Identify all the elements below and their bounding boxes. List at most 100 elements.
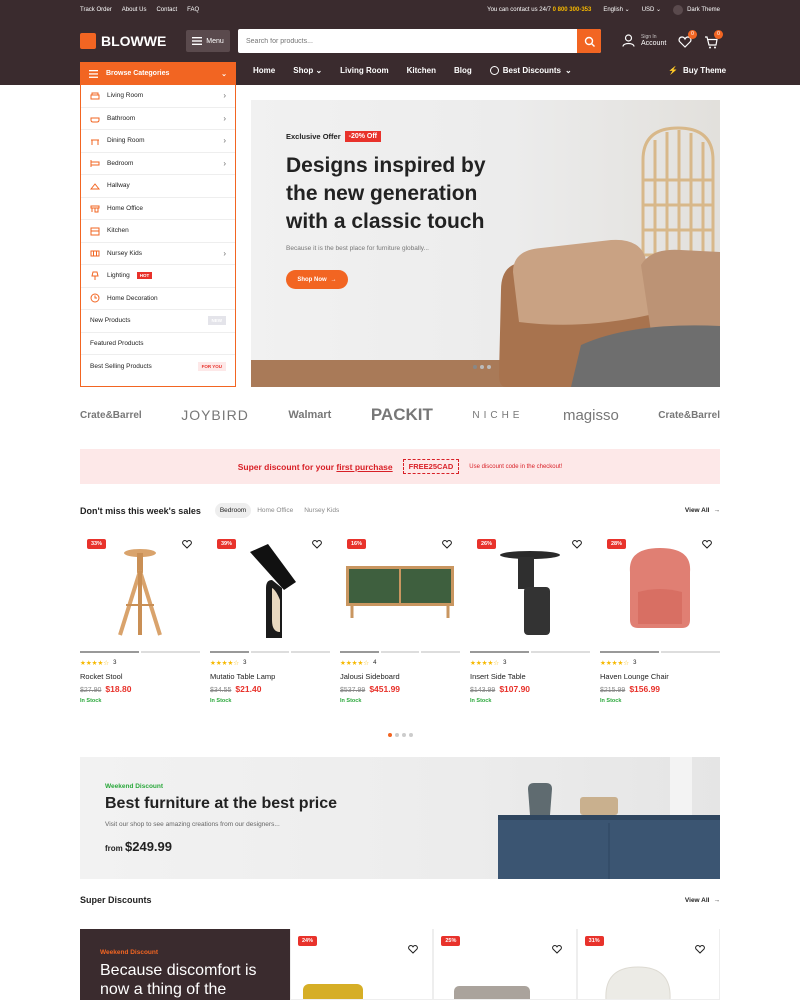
weekend-discount-banner[interactable]: Weekend Discount Best furniture at the b… (80, 757, 720, 879)
category-kitchen[interactable]: Kitchen (81, 220, 235, 243)
category-nursey-kids[interactable]: Nursey Kids › (81, 243, 235, 265)
slider-dot[interactable] (480, 365, 484, 369)
shop-now-button[interactable]: Shop Now → (286, 270, 348, 289)
category-label: Home Decoration (107, 294, 158, 302)
brand-logo[interactable]: PACKIT (371, 405, 433, 425)
faq-link[interactable]: FAQ (187, 7, 199, 13)
best-selling-link[interactable]: Best Selling Products FOR YOU (81, 355, 235, 378)
slider-dot[interactable] (487, 365, 491, 369)
nav-blog[interactable]: Blog (454, 66, 472, 75)
product-card[interactable]: 31% (576, 929, 720, 1000)
product-card[interactable]: 28% ★★★★☆ 3 Haven Lounge Chair $215.99 $15… (600, 535, 720, 704)
carousel-dot[interactable] (402, 733, 406, 737)
chevron-right-icon: › (223, 248, 226, 258)
language-select[interactable]: English ⌄ (603, 6, 629, 13)
product-name[interactable]: Mutatio Table Lamp (210, 672, 330, 681)
about-us-link[interactable]: About Us (122, 7, 147, 13)
brand-logo[interactable]: Crate&Barrel (80, 410, 142, 421)
image-slider-bar (470, 651, 590, 653)
super-discount-banner[interactable]: Weekend Discount Because discomfort is n… (80, 929, 290, 1000)
category-home-office[interactable]: Home Office (81, 198, 235, 220)
brand-logo[interactable]: NICHE (472, 410, 523, 421)
heart-icon[interactable] (442, 539, 452, 549)
brand-logo[interactable]: JOYBIRD (181, 407, 249, 423)
rating: ★★★★☆ 3 (600, 659, 720, 667)
category-bathroom[interactable]: Bathroom › (81, 108, 235, 130)
phone-number[interactable]: 0 800 300-353 (553, 7, 592, 13)
search-input[interactable] (238, 29, 577, 53)
nav-best-discounts[interactable]: Best Discounts ⌄ (489, 66, 572, 75)
review-count: 3 (113, 660, 117, 666)
product-card[interactable]: 16% ★★★★☆ 4 Jalousi Sideboard $537.99 $451… (340, 535, 461, 704)
product-image[interactable] (210, 535, 330, 645)
heart-icon[interactable] (572, 539, 582, 549)
category-lighting[interactable]: Lighting HOT (81, 265, 235, 288)
stock-status: In Stock (210, 698, 232, 704)
product-card[interactable]: 24% (290, 929, 434, 1000)
product-card[interactable]: 26% ★★★★☆ 3 Insert Side Table $143.99 $107… (470, 535, 590, 704)
contact-link[interactable]: Contact (156, 7, 177, 13)
brand-logo[interactable]: magisso (563, 407, 619, 424)
promo-code[interactable]: FREE25CAD (402, 459, 460, 474)
buy-theme-link[interactable]: ⚡ Buy Theme (668, 66, 726, 75)
product-name[interactable]: Haven Lounge Chair (600, 672, 720, 681)
tab-nursey-kids[interactable]: Nursey Kids (299, 503, 344, 518)
category-label: Bathroom (107, 114, 136, 122)
wishlist-button[interactable]: 0 (678, 30, 697, 49)
category-dining-room[interactable]: Dining Room › (81, 130, 235, 153)
star-rating-icon: ★★★★☆ (470, 660, 500, 667)
account-link[interactable]: Sign In Account (622, 34, 666, 47)
brand-logo[interactable]: Walmart (288, 409, 331, 421)
brand-logo[interactable]: Crate&Barrel (658, 410, 720, 421)
featured-products-link[interactable]: Featured Products (81, 333, 235, 355)
menu-button[interactable]: Menu (186, 30, 230, 52)
tab-bedroom[interactable]: Bedroom (214, 503, 252, 518)
nav-shop[interactable]: Shop ⌄ (293, 66, 322, 75)
rating: ★★★★☆ 3 (210, 659, 330, 667)
nav-home[interactable]: Home (253, 66, 275, 75)
cart-button[interactable]: 0 (704, 30, 723, 49)
tab-home-office[interactable]: Home Office (257, 503, 293, 518)
banner-title: Because discomfort is now a thing of the (100, 962, 257, 998)
dark-theme-toggle[interactable]: Dark Theme (673, 4, 720, 15)
product-image[interactable] (600, 535, 720, 645)
nav-living-room[interactable]: Living Room (340, 66, 388, 75)
product-image[interactable] (470, 535, 590, 645)
view-all-link[interactable]: View All → (685, 897, 720, 904)
search-button[interactable] (577, 29, 601, 53)
product-name[interactable]: Jalousi Sideboard (340, 672, 460, 681)
currency-select[interactable]: USD ⌄ (642, 6, 661, 13)
product-card[interactable]: 25% (433, 929, 577, 1000)
first-purchase-link[interactable]: first purchase (336, 462, 392, 472)
product-card[interactable]: 39% ★★★★☆ 3 Mutatio Table Lamp $34.55 $21.… (210, 535, 331, 704)
search-icon (584, 36, 595, 47)
heart-icon[interactable] (312, 539, 322, 549)
category-hallway[interactable]: Hallway (81, 175, 235, 198)
product-image[interactable] (340, 535, 460, 645)
product-card[interactable]: 33% ★★★★☆ 3 Rocket Stool $27.90 $18.80 In … (80, 535, 200, 704)
logo[interactable]: BLOWWE (80, 33, 166, 49)
carousel-dot[interactable] (388, 733, 392, 737)
promo-text: Super discount for your first purchase (238, 462, 393, 472)
category-bedroom[interactable]: Bedroom › (81, 153, 235, 175)
new-products-link[interactable]: New Products NEW (81, 310, 235, 333)
view-all-link[interactable]: View All → (685, 507, 720, 514)
product-image[interactable] (80, 535, 200, 645)
hero-sofa-image (251, 126, 720, 387)
product-name[interactable]: Insert Side Table (470, 672, 590, 681)
carousel-dot[interactable] (409, 733, 413, 737)
image-slider-bar (80, 651, 200, 653)
slider-dot[interactable] (473, 365, 477, 369)
category-living-room[interactable]: Living Room › (81, 85, 235, 108)
carousel-dot[interactable] (395, 733, 399, 737)
track-order-link[interactable]: Track Order (80, 7, 112, 13)
nav-kitchen[interactable]: Kitchen (407, 66, 436, 75)
review-count: 3 (243, 660, 247, 666)
browse-categories-button[interactable]: Browse Categories ⌄ (80, 62, 236, 85)
heart-icon[interactable] (702, 539, 712, 549)
category-home-decoration[interactable]: Home Decoration (81, 288, 235, 310)
dining-table-icon (90, 136, 100, 146)
search-bar (238, 29, 601, 53)
product-name[interactable]: Rocket Stool (80, 672, 200, 681)
heart-icon[interactable] (182, 539, 192, 549)
